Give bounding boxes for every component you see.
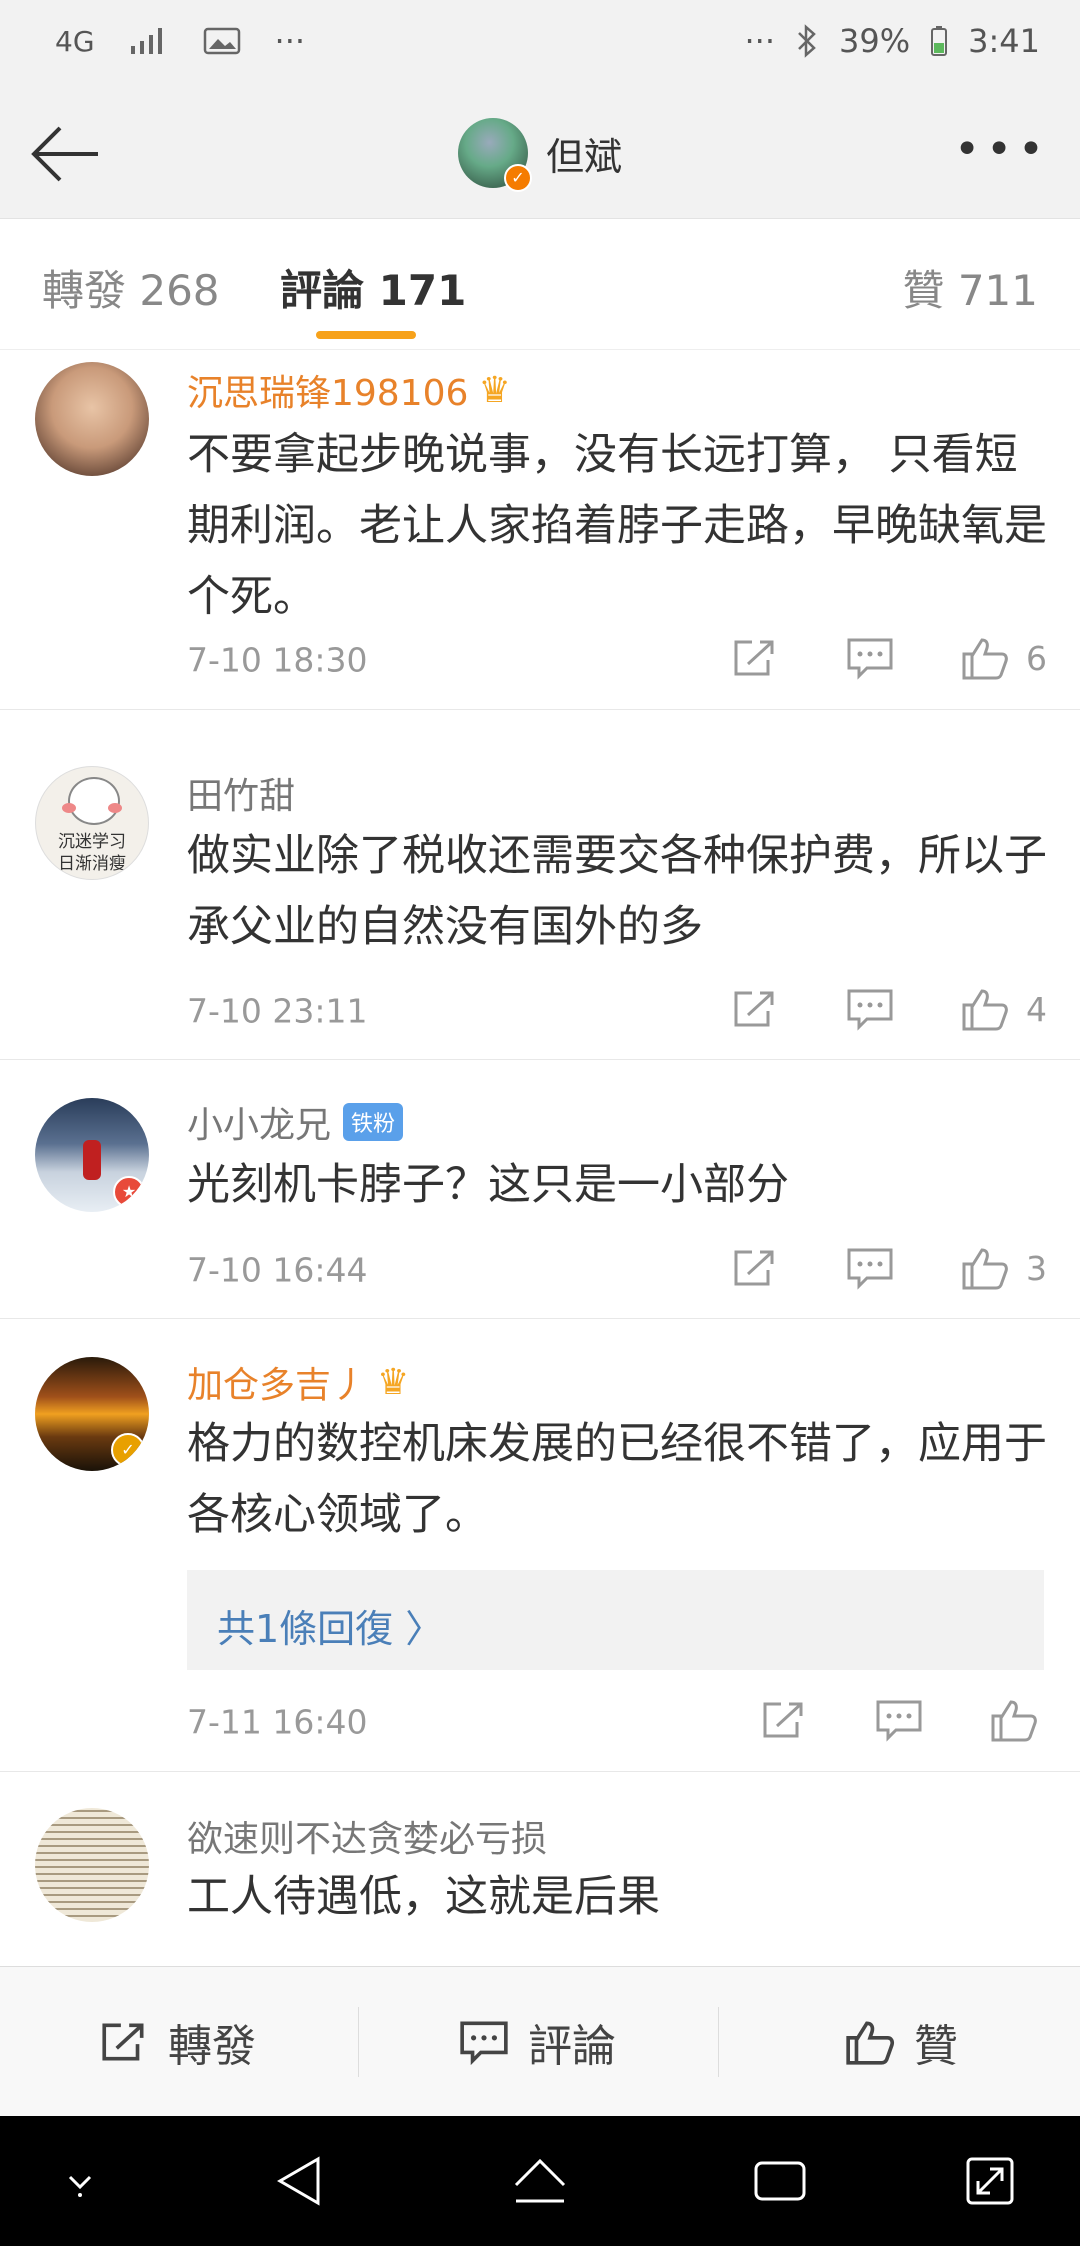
clock: 3:41: [968, 22, 1040, 60]
commenter-avatar[interactable]: 沉迷学习 日渐消瘦: [35, 766, 149, 880]
comment-actions: 3: [665, 1246, 1047, 1290]
chevron-down-icon[interactable]: [60, 2161, 100, 2201]
commenter-name-row: 田竹甜: [187, 767, 295, 819]
reply-icon[interactable]: [845, 1246, 895, 1290]
comment-time: 7-10 18:30: [187, 640, 368, 680]
commenter-avatar[interactable]: ✓: [35, 1357, 149, 1471]
reply-icon[interactable]: [845, 987, 895, 1031]
commenter-name[interactable]: 小小龙兄: [187, 1096, 331, 1148]
commenter-name-row: 小小龙兄 铁粉: [187, 1096, 404, 1148]
like-label: 贊: [914, 2021, 958, 2072]
signal-icon: [130, 28, 162, 54]
active-tab-indicator: [316, 331, 416, 339]
commenter-name[interactable]: 田竹甜: [187, 767, 295, 819]
like-button[interactable]: 贊: [844, 1967, 958, 2117]
comment-text: 工人待遇低，这就是后果: [187, 1872, 660, 1922]
comment-actions: [694, 1698, 1075, 1742]
comment-actions: 6: [665, 636, 1047, 680]
commenter-name[interactable]: 沉思瑞锋198106: [187, 364, 468, 416]
expand-icon[interactable]: [960, 2151, 1020, 2211]
commenter-avatar[interactable]: ★: [35, 1098, 149, 1212]
network-indicator: 4G: [55, 24, 95, 58]
overflow-dots-right: ···: [744, 22, 776, 60]
commenter-name[interactable]: 欲速则不达贪婪必亏损: [187, 1810, 547, 1862]
commenter-name-row: 沉思瑞锋198106 ♛: [187, 364, 511, 416]
fan-badge: 铁粉: [343, 1103, 404, 1141]
home-icon[interactable]: [508, 2151, 572, 2211]
battery-percent: 39%: [839, 22, 911, 60]
like-count: 3: [1026, 1248, 1047, 1288]
tab-comments[interactable]: 評論 171: [280, 257, 466, 318]
thumbs-up-icon[interactable]: [989, 1698, 1039, 1742]
reply-icon[interactable]: [874, 1698, 924, 1742]
thumbs-up-icon[interactable]: [960, 987, 1010, 1031]
comment-text: 做实业除了税收还需要交各种保护费，所以子承父业的自然没有国外的多: [187, 831, 1047, 952]
overflow-dots-left: ···: [274, 22, 306, 60]
commenter-avatar[interactable]: [35, 362, 149, 476]
repost-button[interactable]: 轉發: [98, 1967, 256, 2117]
battery-icon: [931, 26, 948, 56]
commenter-name-row: 加仓多吉丿 ♛: [187, 1356, 409, 1408]
share-icon[interactable]: [730, 1246, 780, 1290]
divider: [358, 2007, 359, 2077]
comment-item: 沉思瑞锋198106 ♛ 不要拿起步晚说事，没有长远打算， 只看短期利润。老让人…: [0, 350, 1080, 710]
view-replies-link[interactable]: 共1條回復 〉: [217, 1598, 443, 1653]
recent-apps-icon[interactable]: [750, 2151, 810, 2211]
like-count: 6: [1026, 638, 1047, 678]
verified-badge-icon: ✓: [504, 164, 532, 192]
gallery-icon: [203, 27, 240, 55]
comment-item: ★ 小小龙兄 铁粉 光刻机卡脖子？这只是一小部分 7-10 16:44 3: [0, 1060, 1080, 1319]
comment-text: 不要拿起步晚说事，没有长远打算， 只看短期利润。老让人家掐着脖子走路，早晚缺氧是…: [187, 430, 1047, 622]
comment-text: 格力的数控机床发展的已经很不错了，应用于各核心领域了。: [187, 1419, 1047, 1540]
verified-badge-icon: ✓: [111, 1433, 145, 1467]
reply-icon[interactable]: [845, 636, 895, 680]
comment-text: 光刻机卡脖子？这只是一小部分: [187, 1160, 789, 1210]
comment-item: 沉迷学习 日渐消瘦 田竹甜 做实业除了税收还需要交各种保护费，所以子承父业的自然…: [0, 710, 1080, 1060]
author-avatar[interactable]: ✓: [458, 118, 532, 192]
comment-button[interactable]: 評論: [458, 1967, 616, 2117]
commenter-name[interactable]: 加仓多吉丿: [187, 1356, 367, 1408]
status-bar: 4G ··· ··· 39% 3:41: [0, 0, 1080, 90]
author-name[interactable]: 但斌: [546, 126, 622, 181]
tab-reposts[interactable]: 轉發 268: [42, 257, 220, 318]
like-count: 4: [1026, 989, 1047, 1029]
share-icon: [102, 2023, 144, 2061]
commenter-name-row: 欲速则不达贪婪必亏损: [187, 1810, 547, 1862]
comment-icon: [460, 2021, 508, 2066]
thumbs-up-icon[interactable]: [960, 1246, 1010, 1290]
comment-label: 評論: [528, 2021, 616, 2072]
tab-bar: 轉發 268 評論 171 贊 711: [0, 219, 1080, 350]
comment-time: 7-11 16:40: [187, 1702, 368, 1742]
commenter-avatar[interactable]: [35, 1808, 149, 1922]
repost-label: 轉發: [168, 2021, 256, 2072]
avatar-caption-2: 日渐消瘦: [58, 854, 126, 874]
vip-crown-icon: ♛: [478, 369, 511, 411]
comment-item: ✓ 加仓多吉丿 ♛ 格力的数控机床发展的已经很不错了，应用于各核心领域了。 共1…: [0, 1319, 1080, 1772]
comment-time: 7-10 16:44: [187, 1250, 368, 1290]
comment-actions: 4: [665, 987, 1047, 1031]
bottom-action-bar: 轉發 評論 贊: [0, 1966, 1080, 2117]
author-header[interactable]: ✓ 但斌: [458, 118, 622, 192]
vip-crown-icon: ♛: [377, 1361, 410, 1403]
bluetooth-icon: [798, 24, 816, 58]
thumbs-up-icon: [846, 2021, 895, 2065]
comment-time: 7-10 23:11: [187, 991, 368, 1031]
top-navigation-bar: ✓ 但斌 •••: [0, 90, 1080, 219]
system-navigation-bar: [0, 2116, 1080, 2246]
share-icon[interactable]: [730, 987, 780, 1031]
more-options-icon[interactable]: •••: [954, 128, 1050, 172]
share-icon[interactable]: [759, 1698, 809, 1742]
member-badge-icon: ★: [113, 1176, 145, 1208]
share-icon[interactable]: [730, 636, 780, 680]
back-arrow-icon[interactable]: [28, 120, 104, 188]
back-triangle-icon[interactable]: [270, 2151, 330, 2211]
replies-box[interactable]: 共1條回復 〉: [187, 1570, 1044, 1670]
comment-item: 欲速则不达贪婪必亏损 工人待遇低，这就是后果: [0, 1772, 1080, 1966]
divider: [718, 2007, 719, 2077]
tab-likes[interactable]: 贊 711: [902, 257, 1038, 318]
thumbs-up-icon[interactable]: [960, 636, 1010, 680]
